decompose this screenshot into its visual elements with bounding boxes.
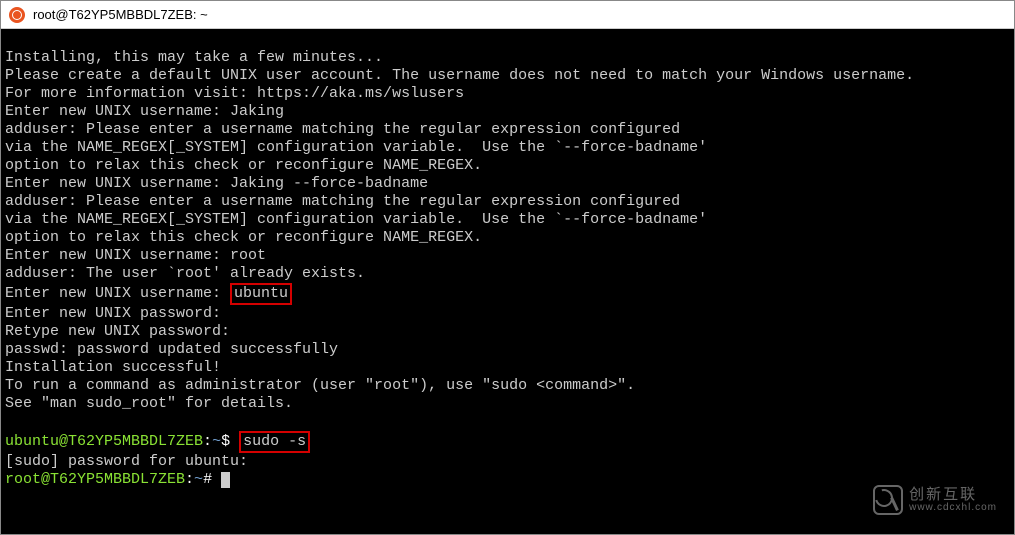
terminal-line: via the NAME_REGEX[_SYSTEM] configuratio… bbox=[5, 211, 707, 228]
watermark-logo-icon bbox=[873, 485, 903, 515]
terminal-line: Enter new UNIX username: Jaking --force-… bbox=[5, 175, 428, 192]
prompt-sep: : bbox=[203, 433, 212, 450]
title-bar[interactable]: root@T62YP5MBBDL7ZEB: ~ bbox=[1, 1, 1014, 29]
username-entry-line: Enter new UNIX username: ubuntu bbox=[5, 285, 292, 302]
terminal-window: root@T62YP5MBBDL7ZEB: ~ Installing, this… bbox=[0, 0, 1015, 535]
prompt-user: ubuntu@T62YP5MBBDL7ZEB bbox=[5, 433, 203, 450]
terminal-line: adduser: Please enter a username matchin… bbox=[5, 193, 680, 210]
ubuntu-icon bbox=[9, 7, 25, 23]
terminal-line: adduser: The user `root' already exists. bbox=[5, 265, 365, 282]
terminal-body[interactable]: Installing, this may take a few minutes.… bbox=[1, 29, 1014, 534]
highlight-sudo-cmd: sudo -s bbox=[239, 431, 310, 453]
prompt-line-ubuntu: ubuntu@T62YP5MBBDL7ZEB:~$ sudo -s bbox=[5, 433, 310, 450]
prompt-line-root[interactable]: root@T62YP5MBBDL7ZEB:~# bbox=[5, 471, 230, 488]
highlight-ubuntu: ubuntu bbox=[230, 283, 292, 305]
terminal-line: Retype new UNIX password: bbox=[5, 323, 230, 340]
sudo-password-line: [sudo] password for ubuntu: bbox=[5, 453, 248, 470]
watermark-text: 创新互联 bbox=[909, 487, 997, 502]
watermark: 创新互联 www.cdcxhl.com bbox=[873, 485, 997, 515]
terminal-line: Please create a default UNIX user accoun… bbox=[5, 67, 914, 84]
terminal-line: Enter new UNIX password: bbox=[5, 305, 221, 322]
terminal-line: Enter new UNIX username: Jaking bbox=[5, 103, 284, 120]
username-prompt-label: Enter new UNIX username: bbox=[5, 285, 230, 302]
prompt-dollar: $ bbox=[221, 433, 239, 450]
terminal-line: option to relax this check or reconfigur… bbox=[5, 157, 482, 174]
cursor bbox=[221, 472, 230, 488]
window-title: root@T62YP5MBBDL7ZEB: ~ bbox=[33, 7, 208, 22]
prompt-path: ~ bbox=[194, 471, 203, 488]
terminal-line: option to relax this check or reconfigur… bbox=[5, 229, 482, 246]
prompt-path: ~ bbox=[212, 433, 221, 450]
terminal-line: For more information visit: https://aka.… bbox=[5, 85, 464, 102]
terminal-line: Installing, this may take a few minutes.… bbox=[5, 49, 383, 66]
prompt-hash: # bbox=[203, 471, 221, 488]
terminal-line: passwd: password updated successfully bbox=[5, 341, 338, 358]
terminal-line: Installation successful! bbox=[5, 359, 221, 376]
terminal-line: Enter new UNIX username: root bbox=[5, 247, 266, 264]
terminal-line: To run a command as administrator (user … bbox=[5, 377, 635, 394]
prompt-sep: : bbox=[185, 471, 194, 488]
terminal-line: via the NAME_REGEX[_SYSTEM] configuratio… bbox=[5, 139, 707, 156]
prompt-user: root@T62YP5MBBDL7ZEB bbox=[5, 471, 185, 488]
terminal-line: adduser: Please enter a username matchin… bbox=[5, 121, 680, 138]
watermark-url: www.cdcxhl.com bbox=[909, 502, 997, 513]
terminal-line: See "man sudo_root" for details. bbox=[5, 395, 293, 412]
watermark-text-block: 创新互联 www.cdcxhl.com bbox=[909, 487, 997, 513]
